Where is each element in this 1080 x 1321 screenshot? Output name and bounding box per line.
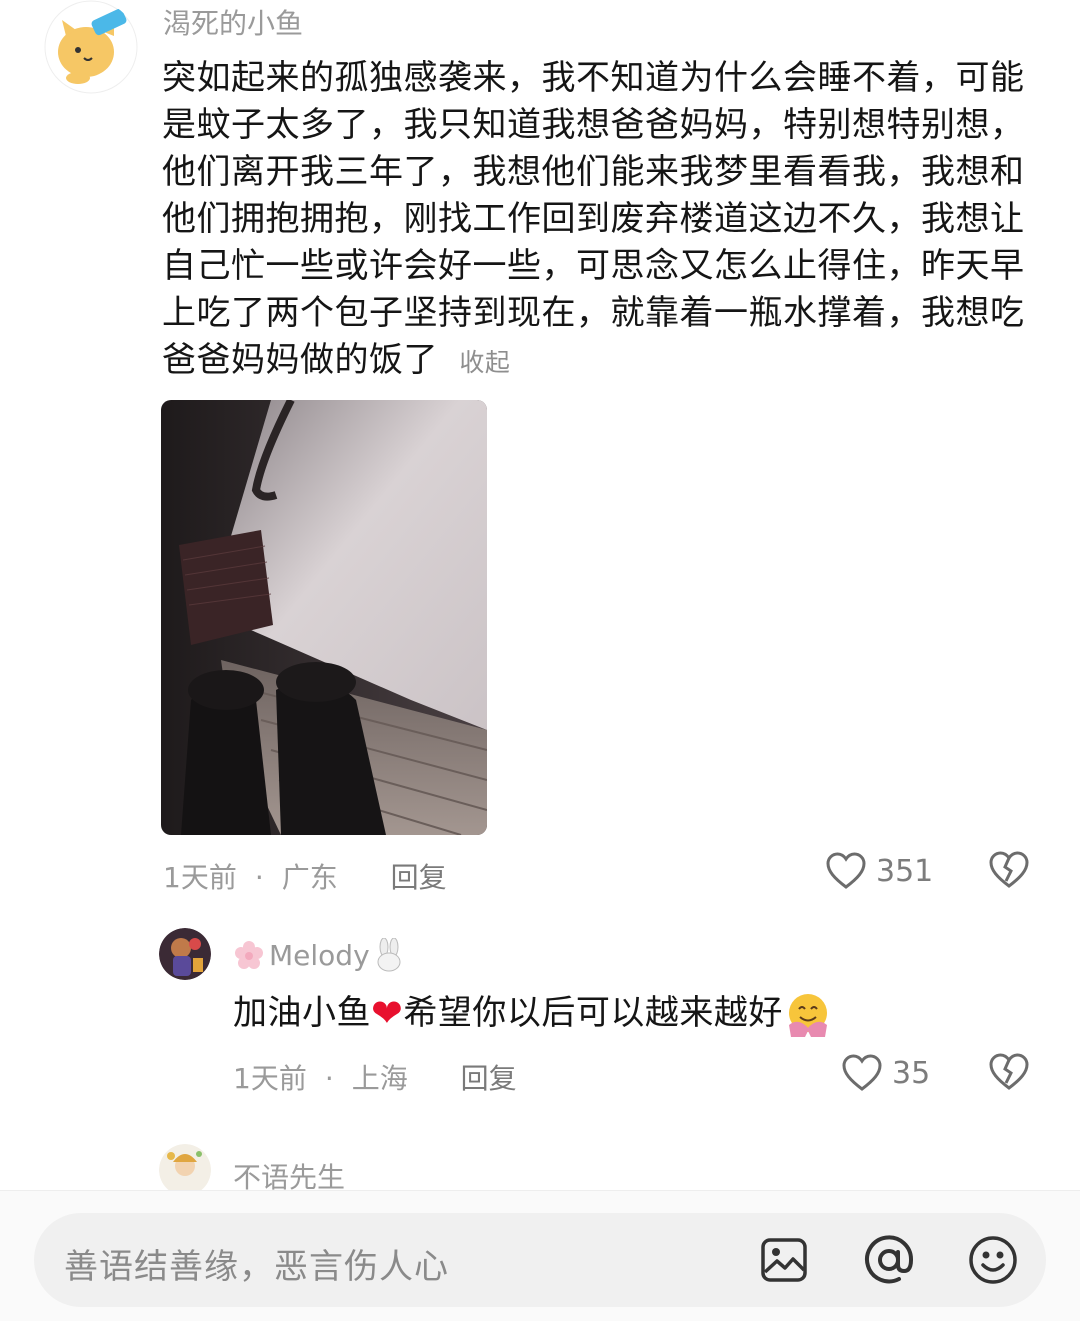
comment-line: 是蚊子太多了，我只知道我想爸爸妈妈，特别想特别想， <box>162 105 1025 145</box>
stairwell-photo <box>161 400 487 835</box>
reply-reply-button[interactable]: 回复 <box>461 1062 517 1095</box>
next-commenter-avatar[interactable] <box>159 1144 211 1196</box>
reply-like-count: 35 <box>892 1055 931 1091</box>
user-avatar-icon <box>159 928 211 980</box>
heart-outline-icon <box>842 1054 882 1091</box>
cat-avatar-icon <box>44 0 138 94</box>
comment-input[interactable]: 善语结善缘，恶言伤人心 <box>34 1213 1046 1307</box>
reply-meta: 1天前 · 上海 回复 <box>233 1057 517 1097</box>
reply-avatar[interactable] <box>159 928 211 980</box>
commenter-username[interactable]: 渴死的小鱼 <box>163 2 303 42</box>
broken-heart-icon <box>989 1053 1029 1090</box>
comment-input-bar: 善语结善缘，恶言伤人心 <box>0 1190 1080 1321</box>
image-button[interactable] <box>760 1236 808 1284</box>
comment-meta: 1天前 · 广东 回复 <box>163 856 447 896</box>
comment-line: 他们拥抱拥抱，刚找工作回到废弃楼道这边不久，我想让 <box>162 199 1025 239</box>
red-heart-emoji: ❤ <box>371 991 404 1035</box>
reply-user-row[interactable]: Melody <box>233 938 404 972</box>
comment-line: 上吃了两个包子坚持到现在，就靠着一瓶水撑着，我想吃 <box>162 293 1025 333</box>
reply-text-part: 加油小鱼 <box>233 993 371 1033</box>
comment-line: 爸爸妈妈做的饭了 <box>162 340 438 380</box>
comment-time: 1天前 <box>163 861 237 894</box>
comment-line: 突如起来的孤独感袭来，我不知道为什么会睡不着，可能 <box>162 58 1025 98</box>
comment-line: 他们离开我三年了，我想他们能来我梦里看看我，我想和 <box>162 152 1025 192</box>
reply-button[interactable]: 回复 <box>391 861 447 894</box>
comment-input-placeholder: 善语结善缘，恶言伤人心 <box>64 1247 449 1287</box>
comment-line: 自己忙一些或许会好一些，可思念又怎么止得住，昨天早 <box>162 246 1025 286</box>
comment-text: 突如起来的孤独感袭来，我不知道为什么会睡不着，可能 是蚊子太多了，我只知道我想爸… <box>162 55 1042 386</box>
comment-photo[interactable] <box>161 400 487 835</box>
comment-location: 广东 <box>281 861 338 894</box>
mention-button[interactable] <box>863 1234 915 1286</box>
like-count: 351 <box>876 853 934 889</box>
broken-heart-icon <box>989 851 1029 888</box>
reply-location: 上海 <box>351 1062 408 1095</box>
dislike-button[interactable] <box>989 851 1029 889</box>
emoji-button[interactable] <box>967 1234 1019 1286</box>
commenter-avatar[interactable] <box>44 0 138 94</box>
meta-separator: · <box>254 861 264 894</box>
hugging-face-emoji-icon <box>788 993 827 1037</box>
flower-icon <box>235 941 263 969</box>
heart-outline-icon <box>826 852 866 889</box>
reply-username: Melody <box>269 938 370 972</box>
image-icon <box>761 1238 807 1282</box>
like-button[interactable]: 351 <box>826 850 933 892</box>
smiley-icon <box>969 1236 1017 1284</box>
reply-dislike-button[interactable] <box>989 1053 1029 1091</box>
bunny-icon <box>377 938 401 972</box>
comment-line-last: 爸爸妈妈做的饭了 收起 <box>162 337 1042 386</box>
reply-like-button[interactable]: 35 <box>842 1052 930 1094</box>
reply-text-part: 希望你以后可以越来越好 <box>403 993 783 1033</box>
meta-separator: · <box>324 1062 334 1095</box>
user-avatar-icon <box>159 1144 211 1196</box>
collapse-link[interactable]: 收起 <box>459 348 510 377</box>
reply-time: 1天前 <box>233 1062 307 1095</box>
at-icon <box>865 1235 914 1284</box>
reply-text: 加油小鱼 ❤ 希望你以后可以越来越好 <box>233 990 831 1037</box>
